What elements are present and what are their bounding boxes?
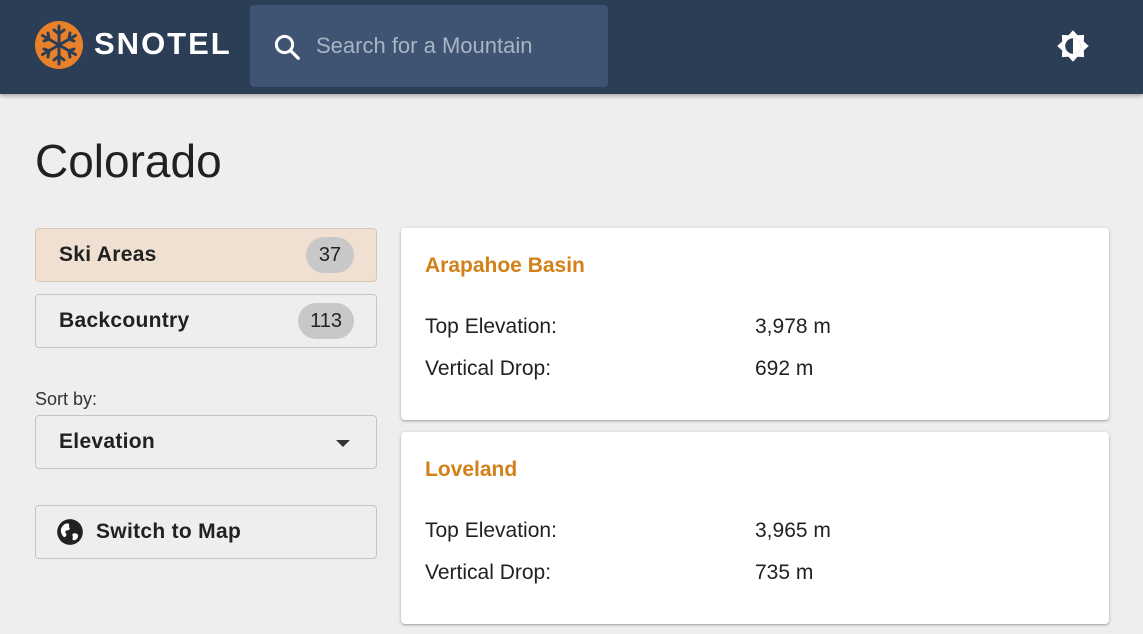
sort-select[interactable]: Elevation — [35, 415, 377, 469]
count-badge: 37 — [306, 237, 354, 273]
stat-label: Vertical Drop: — [425, 561, 552, 584]
filter-label: Ski Areas — [59, 243, 157, 266]
dropdown-arrow-icon — [336, 440, 350, 447]
theme-toggle-button[interactable] — [1053, 26, 1093, 66]
search-box[interactable] — [250, 5, 608, 87]
brand-name[interactable]: SNOTEL — [94, 24, 232, 64]
switch-to-map-button[interactable]: Switch to Map — [35, 505, 377, 559]
globe-icon — [57, 519, 83, 545]
sort-value: Elevation — [59, 430, 156, 453]
filter-label: Backcountry — [59, 309, 190, 332]
count-badge: 113 — [298, 303, 354, 339]
stat-value: 3,978 m — [755, 315, 831, 338]
stat-label: Vertical Drop: — [425, 357, 552, 380]
search-icon — [274, 34, 300, 60]
result-card[interactable]: Loveland Top Elevation: 3,965 m Vertical… — [401, 432, 1109, 624]
app-bar: SNOTEL — [0, 0, 1143, 94]
stat-value: 735 m — [755, 561, 814, 584]
stat-value: 3,965 m — [755, 519, 831, 542]
filter-backcountry[interactable]: Backcountry 113 — [35, 294, 377, 348]
result-name[interactable]: Loveland — [425, 458, 517, 482]
search-input[interactable] — [316, 25, 596, 67]
result-card[interactable]: Arapahoe Basin Top Elevation: 3,978 m Ve… — [401, 228, 1109, 420]
page-title: Colorado — [35, 135, 222, 187]
result-name[interactable]: Arapahoe Basin — [425, 254, 585, 278]
stat-label: Top Elevation: — [425, 519, 557, 542]
sort-label: Sort by: — [35, 389, 98, 409]
filter-ski-areas[interactable]: Ski Areas 37 — [35, 228, 377, 282]
brightness-toggle-icon — [1057, 30, 1089, 62]
snowflake-logo-icon[interactable] — [34, 20, 84, 70]
map-button-label: Switch to Map — [96, 520, 242, 543]
stat-value: 692 m — [755, 357, 814, 380]
stat-label: Top Elevation: — [425, 315, 557, 338]
